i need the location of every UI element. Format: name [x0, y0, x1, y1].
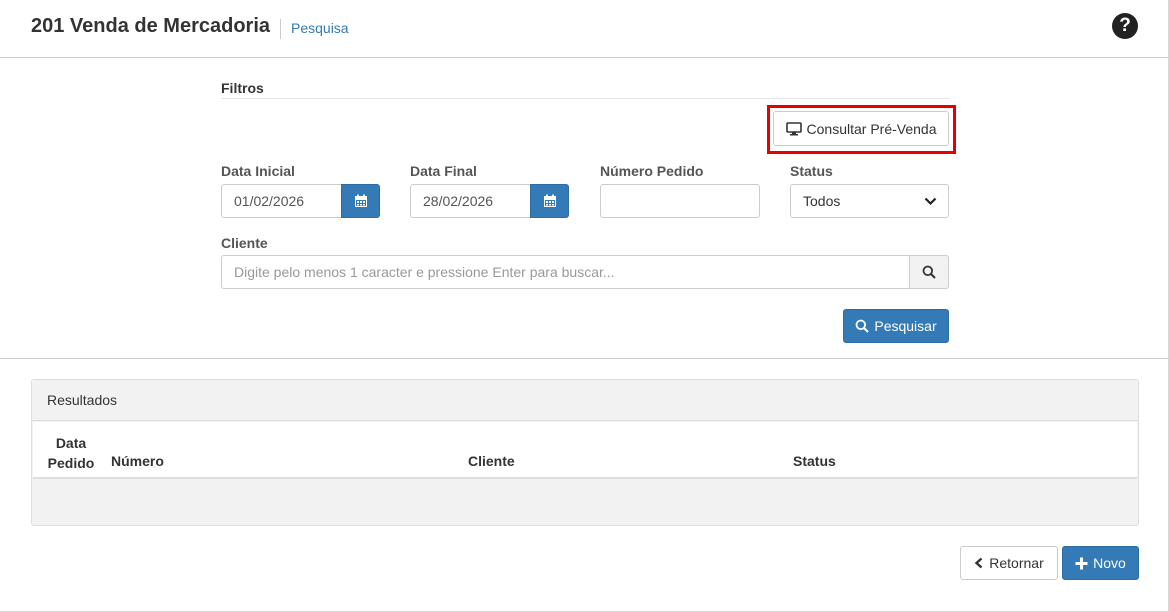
data-inicial-label: Data Inicial	[221, 163, 295, 179]
column-header-status[interactable]: Status	[793, 453, 836, 469]
section-divider	[0, 358, 1169, 359]
data-inicial-calendar-button[interactable]	[341, 184, 380, 218]
page-title: 201 Venda de Mercadoria	[31, 15, 271, 37]
retornar-button[interactable]: Retornar	[960, 546, 1058, 580]
data-final-label: Data Final	[410, 163, 477, 179]
cliente-search-input[interactable]: Digite pelo menos 1 caracter e pressione…	[221, 255, 910, 289]
consultar-pre-venda-label: Consultar Pré-Venda	[806, 120, 937, 137]
data-inicial-input[interactable]: 01/02/2026	[221, 184, 342, 218]
cliente-placeholder: Digite pelo menos 1 caracter e pressione…	[234, 264, 615, 280]
results-title: Resultados	[32, 380, 1138, 421]
column-header-cliente[interactable]: Cliente	[468, 453, 515, 469]
data-final-input[interactable]: 28/02/2026	[410, 184, 531, 218]
numero-pedido-label: Número Pedido	[600, 163, 704, 179]
status-selected-value: Todos	[803, 193, 841, 209]
numero-pedido-input[interactable]	[600, 184, 760, 218]
cliente-search-button[interactable]	[909, 255, 949, 289]
plus-icon	[1075, 557, 1088, 569]
chevron-down-icon	[924, 197, 937, 206]
breadcrumb-separator	[280, 19, 281, 39]
cliente-label: Cliente	[221, 235, 268, 251]
status-select[interactable]: Todos	[790, 184, 949, 218]
pesquisar-label: Pesquisar	[874, 318, 937, 334]
results-panel: Resultados Data Pedido Número Cliente St…	[31, 379, 1139, 526]
novo-label: Novo	[1093, 555, 1126, 571]
monitor-icon	[785, 121, 802, 135]
page-header: 201 Venda de Mercadoria Pesquisa ?	[0, 0, 1169, 58]
calendar-icon	[354, 194, 367, 207]
search-icon	[855, 319, 870, 333]
help-icon[interactable]: ?	[1112, 13, 1138, 39]
retornar-label: Retornar	[989, 555, 1044, 571]
column-header-data-pedido[interactable]: Data Pedido	[45, 433, 97, 473]
breadcrumb-pesquisa[interactable]: Pesquisa	[291, 20, 349, 36]
results-table-header: Data Pedido Número Cliente Status	[33, 422, 1137, 479]
data-final-calendar-button[interactable]	[530, 184, 569, 218]
pesquisar-button[interactable]: Pesquisar	[843, 309, 949, 343]
column-header-data-line2: Pedido	[47, 455, 95, 471]
column-header-data-line1: Data	[55, 435, 87, 451]
filters-divider	[221, 98, 949, 99]
consultar-pre-venda-button[interactable]: Consultar Pré-Venda	[773, 111, 949, 146]
calendar-icon	[543, 194, 556, 207]
search-icon	[922, 265, 936, 279]
column-header-numero[interactable]: Número	[111, 453, 164, 469]
status-label: Status	[790, 163, 833, 179]
novo-button[interactable]: Novo	[1062, 546, 1139, 580]
chevron-left-icon	[974, 557, 983, 569]
filters-title: Filtros	[221, 80, 264, 96]
